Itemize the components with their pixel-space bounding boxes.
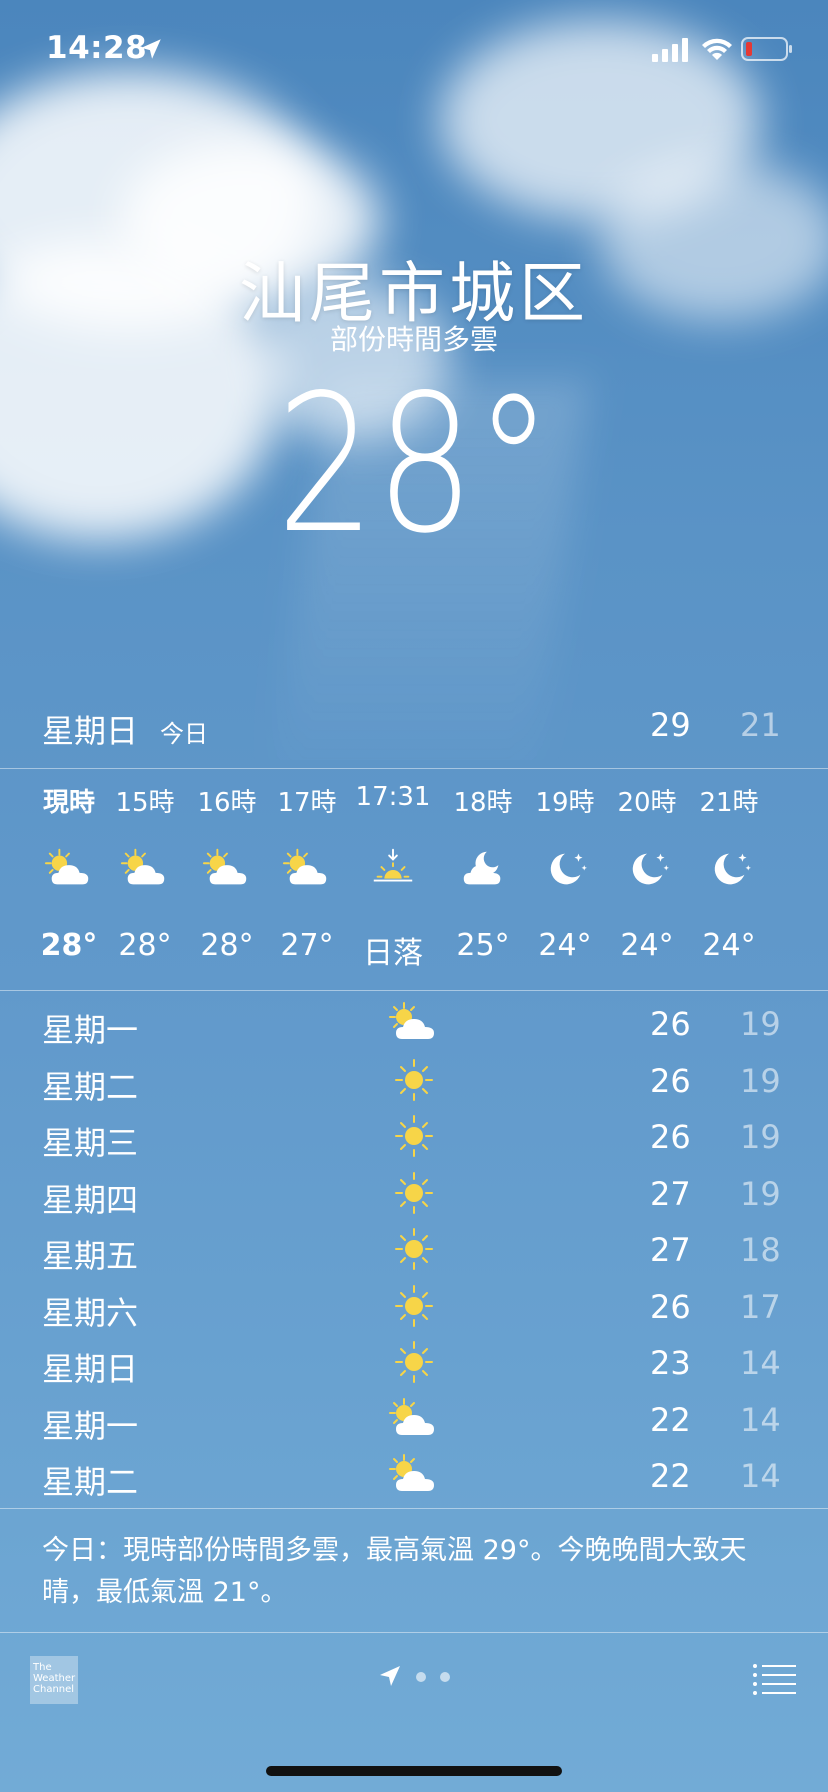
day-low: 19 xyxy=(740,1118,781,1156)
day-high: 27 xyxy=(650,1174,691,1213)
daily-row: 星期二 26 19 xyxy=(0,1052,828,1108)
daily-row: 星期一 22 14 xyxy=(0,1391,828,1447)
hour-temp: 28° xyxy=(118,928,172,963)
current-temperature: 28° xyxy=(275,354,553,575)
day-name: 星期日 xyxy=(42,1350,139,1388)
daily-row: 星期日 23 14 xyxy=(0,1334,828,1390)
sun-icon xyxy=(388,1171,440,1215)
day-name: 星期一 xyxy=(42,1011,139,1049)
hour-time: 15時 xyxy=(115,788,175,818)
home-indicator[interactable] xyxy=(266,1766,562,1776)
current-condition: 部份時間多雲 xyxy=(329,323,498,356)
today-row: 星期日 今日 29 21 xyxy=(0,700,828,768)
day-low: 14 xyxy=(740,1457,781,1495)
sunset-icon xyxy=(368,846,418,892)
day-name: 星期一 xyxy=(42,1406,139,1445)
day-name: 星期二 xyxy=(42,1463,139,1501)
divider xyxy=(0,768,828,769)
hourly-forecast[interactable]: 現時 28° 15時 28° 16時 28° 17時 27° 17:31 日落 … xyxy=(0,770,828,990)
day-name: 星期二 xyxy=(42,1067,139,1106)
partly-cloudy-icon xyxy=(202,846,252,892)
day-high: 27 xyxy=(650,1231,691,1269)
location-arrow-icon xyxy=(141,39,161,59)
sun-icon xyxy=(388,1058,440,1102)
day-high: 26 xyxy=(650,1118,691,1156)
cellular-signal-icon xyxy=(652,38,688,62)
day-low: 19 xyxy=(740,1005,781,1043)
partly-cloudy-icon xyxy=(120,846,170,892)
status-bar: 14:28 xyxy=(0,0,828,100)
day-low: 19 xyxy=(740,1061,781,1100)
day-high: 22 xyxy=(650,1457,691,1495)
hour-time: 18時 xyxy=(453,788,513,818)
status-time: 14:28 xyxy=(46,30,148,66)
sun-icon xyxy=(388,1227,440,1271)
daily-row: 星期六 26 17 xyxy=(0,1278,828,1334)
hour-temp: 27° xyxy=(280,928,334,963)
hour-time: 20時 xyxy=(617,788,677,818)
daily-row: 星期三 26 19 xyxy=(0,1108,828,1164)
wifi-icon xyxy=(702,38,732,60)
daily-row: 星期二 22 14 xyxy=(0,1447,828,1503)
sun-icon xyxy=(388,1284,440,1328)
daily-row: 星期五 27 18 xyxy=(0,1221,828,1277)
moon-icon xyxy=(540,846,590,892)
hour-temp: 24° xyxy=(538,928,592,963)
day-low: 14 xyxy=(740,1344,781,1382)
hour-time: 21時 xyxy=(699,788,759,818)
today-label: 今日 xyxy=(160,720,208,748)
daily-row: 星期一 26 19 xyxy=(0,995,828,1051)
hour-temp: 24° xyxy=(620,928,674,963)
day-high: 23 xyxy=(650,1344,691,1382)
day-name: 星期四 xyxy=(42,1180,139,1219)
hour-temp: 日落 xyxy=(363,936,423,971)
today-high: 29 xyxy=(650,706,691,744)
sun-icon xyxy=(388,1340,440,1384)
moon-icon xyxy=(704,846,754,892)
today-low: 21 xyxy=(740,706,781,744)
daily-row: 星期四 27 19 xyxy=(0,1165,828,1221)
day-high: 26 xyxy=(650,1061,691,1100)
divider xyxy=(0,1508,828,1509)
bottom-toolbar: The Weather Channel xyxy=(0,1640,828,1792)
day-low: 17 xyxy=(740,1287,781,1326)
city-list-icon[interactable] xyxy=(752,1662,796,1696)
moon-icon xyxy=(622,846,672,892)
weather-channel-logo[interactable]: The Weather Channel xyxy=(30,1656,78,1704)
partly-cloudy-icon xyxy=(388,1453,440,1497)
day-low: 19 xyxy=(740,1174,781,1213)
partly-cloudy-icon xyxy=(388,1001,440,1045)
partly-cloudy-icon xyxy=(282,846,332,892)
day-name: 星期六 xyxy=(42,1293,139,1332)
hour-temp: 24° xyxy=(702,928,756,963)
hour-time: 17時 xyxy=(277,788,337,818)
day-low: 18 xyxy=(740,1231,781,1269)
today-day: 星期日 xyxy=(42,712,139,750)
day-name: 星期五 xyxy=(42,1237,139,1275)
sun-icon xyxy=(388,1114,440,1158)
partly-cloudy-icon xyxy=(388,1397,440,1441)
partly-cloudy-icon xyxy=(44,846,94,892)
divider xyxy=(0,990,828,991)
hour-time: 17:31 xyxy=(355,782,431,812)
day-high: 22 xyxy=(650,1400,691,1439)
current-location-page-icon[interactable] xyxy=(378,1664,402,1688)
page-dot[interactable] xyxy=(416,1672,426,1682)
forecast-summary: 今日：現時部份時間多雲，最高氣溫 29°。今晚晚間大致天晴，最低氣溫 21°。 xyxy=(42,1535,747,1608)
day-high: 26 xyxy=(650,1287,691,1326)
day-high: 26 xyxy=(650,1005,691,1043)
partly-cloudy-night-icon xyxy=(458,846,508,892)
day-name: 星期三 xyxy=(42,1124,139,1162)
battery-low-icon xyxy=(741,37,792,61)
hour-time: 19時 xyxy=(535,788,595,818)
divider xyxy=(0,1632,828,1633)
page-dot[interactable] xyxy=(440,1672,450,1682)
hour-temp: 25° xyxy=(456,928,510,963)
day-low: 14 xyxy=(740,1400,781,1439)
